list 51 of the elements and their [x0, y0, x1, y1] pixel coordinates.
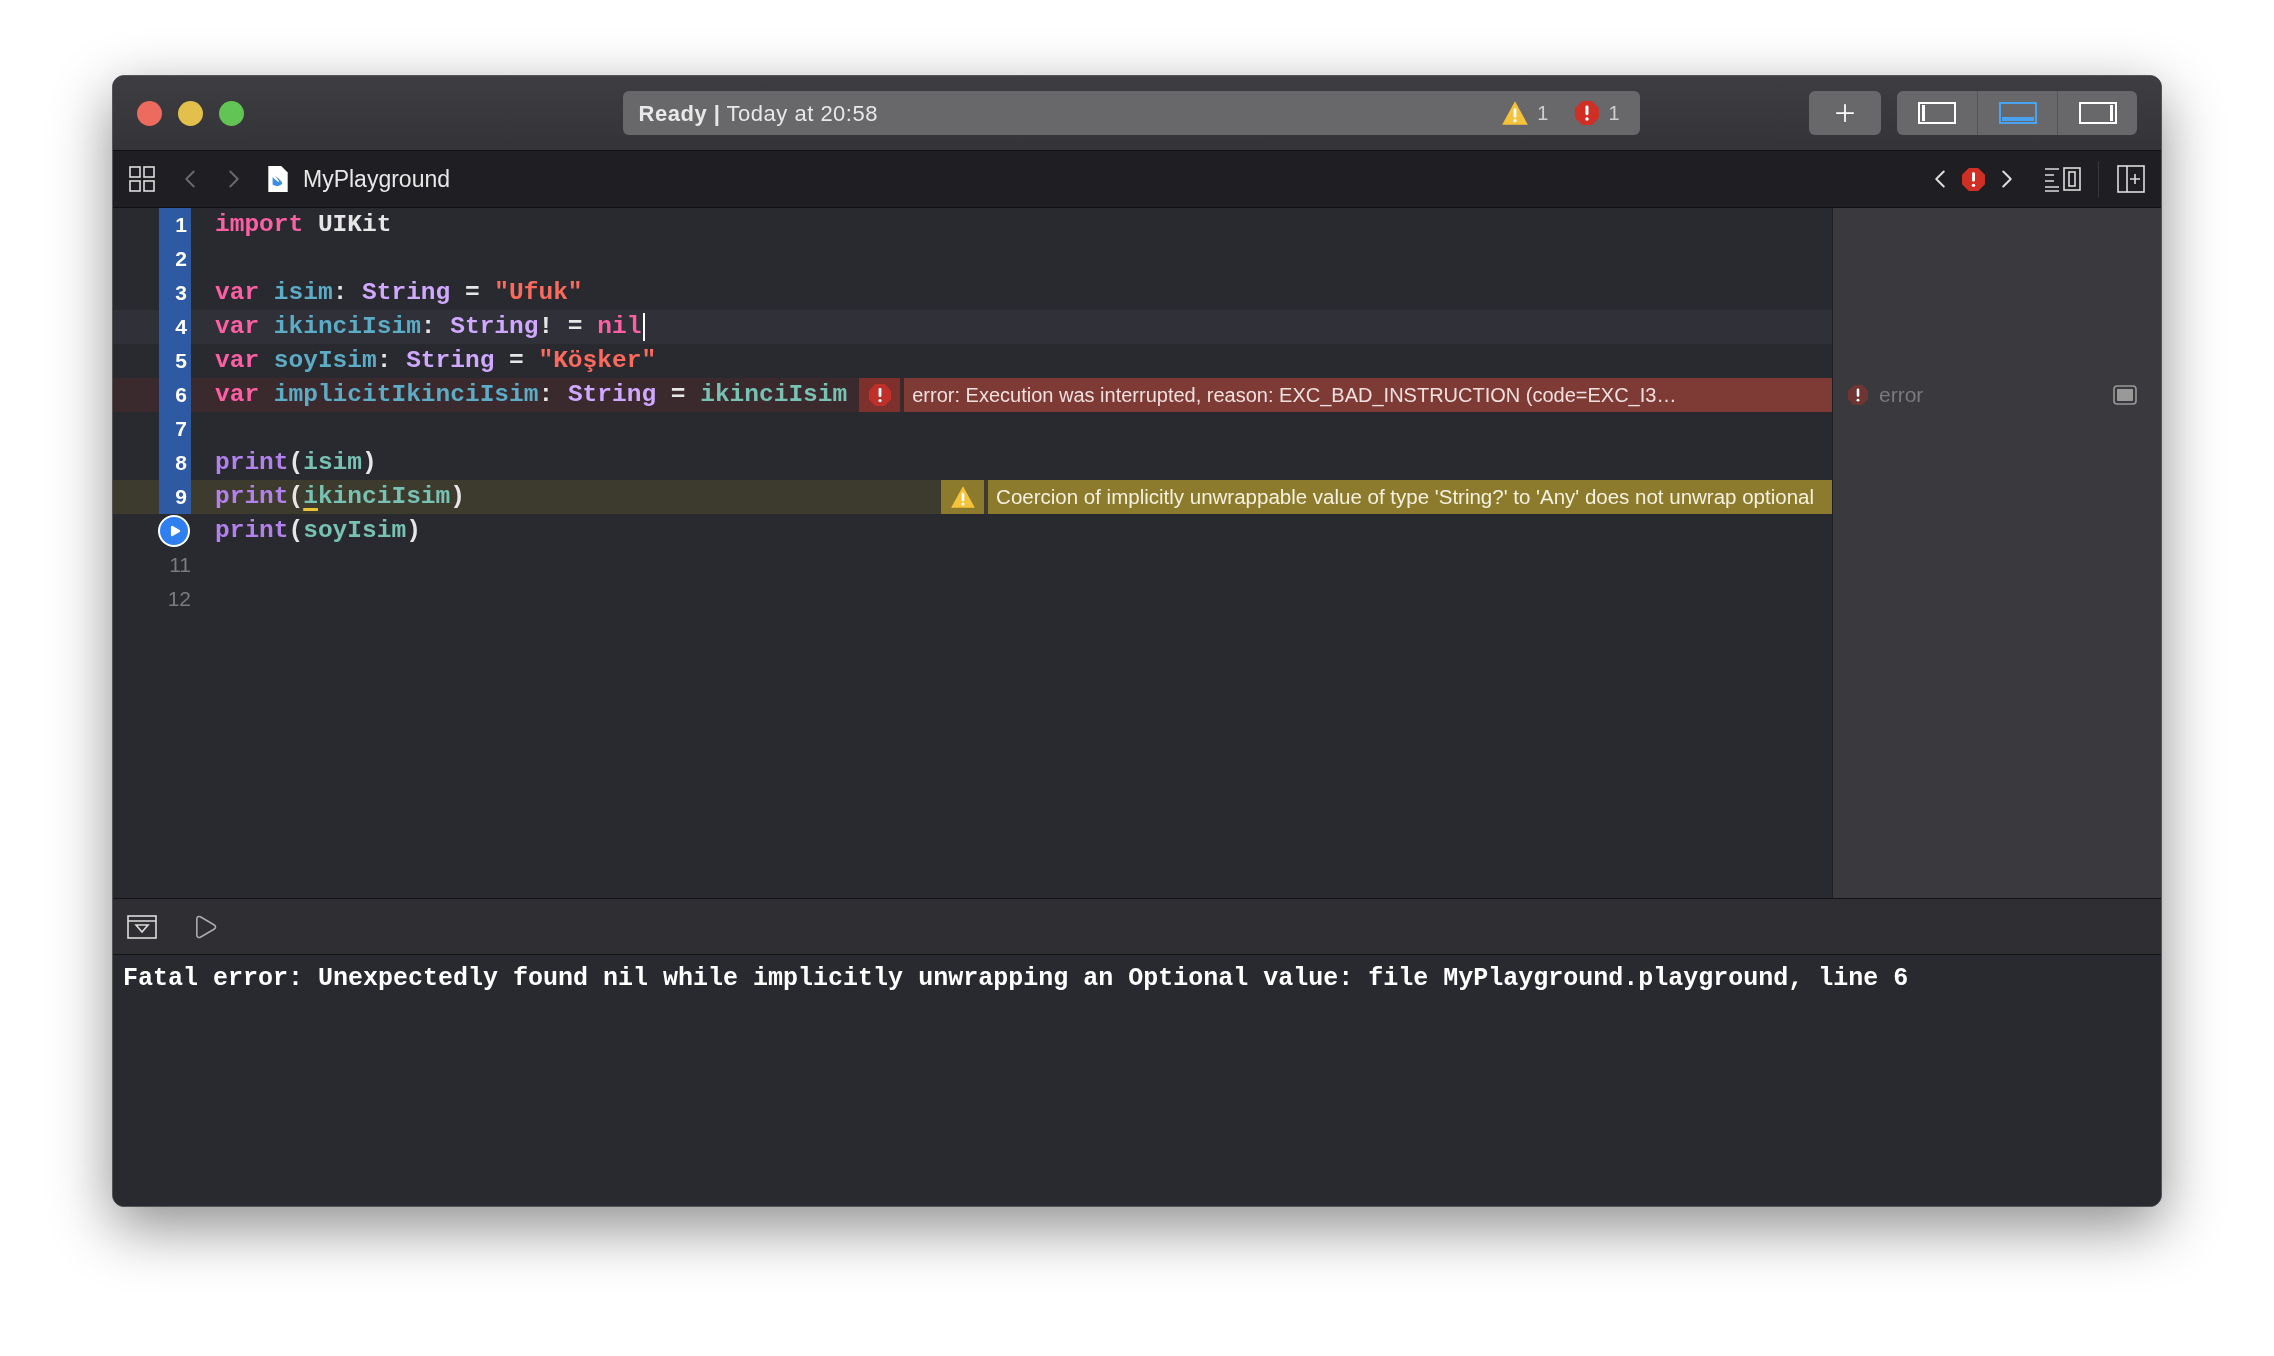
code-text: var isim: String = "Ufuk" [215, 277, 583, 308]
close-button[interactable] [137, 100, 162, 126]
line-number: 8 [159, 446, 191, 480]
minimize-button[interactable] [178, 100, 203, 126]
zoom-button[interactable] [219, 100, 244, 126]
code-text: var ikinciIsim: String! = nil [215, 311, 642, 342]
console-output: Fatal error: Unexpectedly found nil while implicitly unwrapping an Optional value: file MyPlayground.playground, line 6 [123, 963, 1909, 995]
line-number: 3 [159, 276, 191, 310]
error-icon [1961, 166, 1986, 192]
hide-debug-area-icon[interactable] [127, 914, 157, 939]
warning-icon [949, 485, 976, 509]
line-number: 1 [159, 208, 191, 242]
error-message: error: Execution was interrupted, reason: EXC_BAD_INSTRUCTION (code=EXC_I3… [904, 378, 1832, 412]
line-number: 2 [159, 242, 191, 276]
code-text: var implicitIkinciIsim: String = ikinciIsim [215, 379, 848, 410]
code-text: print(soyIsim) [215, 515, 421, 546]
grid-icon[interactable] [129, 166, 155, 192]
error-icon [1847, 384, 1869, 406]
code-text: print(isim) [215, 447, 377, 478]
line-number: 6 [159, 378, 191, 412]
line-number: 4 [159, 310, 191, 344]
warning-message: Coercion of implicitly unwrappable value of type 'String?' to 'Any' does not unwrap optional [988, 480, 1832, 514]
line-number: 9 [159, 480, 191, 514]
add-editor-icon[interactable] [2117, 165, 2145, 193]
code-text: import UIKit [215, 209, 392, 240]
error-badge[interactable] [859, 378, 901, 412]
error-count[interactable]: 1 [1608, 98, 1620, 128]
line-number: 7 [159, 412, 191, 446]
file-breadcrumb[interactable]: MyPlayground [303, 161, 451, 197]
right-panel-icon [2078, 102, 2117, 124]
line-number: 5 [159, 344, 191, 378]
warning-badge[interactable] [941, 480, 985, 514]
run-line-button[interactable] [158, 515, 190, 547]
error-icon [1574, 100, 1601, 126]
error-icon [867, 383, 892, 407]
result-text: error [1879, 382, 1924, 409]
editor-options-icon[interactable] [2044, 166, 2082, 192]
code-text: print(ikinciIsim) [215, 481, 465, 512]
line-number: 12 [166, 586, 192, 612]
add-button[interactable] [1808, 91, 1881, 135]
quick-look-icon[interactable] [2113, 385, 2137, 405]
warning-count[interactable]: 1 [1537, 98, 1549, 128]
status-text: Ready | Today at 20:58 [638, 99, 878, 128]
bottom-panel-icon [1998, 102, 2037, 124]
play-icon [168, 524, 182, 538]
left-panel-icon [1918, 102, 1956, 124]
line-number: 11 [168, 552, 192, 578]
swift-file-icon [267, 165, 289, 193]
warning-icon [1501, 100, 1530, 126]
text-cursor [643, 313, 646, 341]
code-text: var soyIsim: String = "Köşker" [215, 345, 657, 376]
